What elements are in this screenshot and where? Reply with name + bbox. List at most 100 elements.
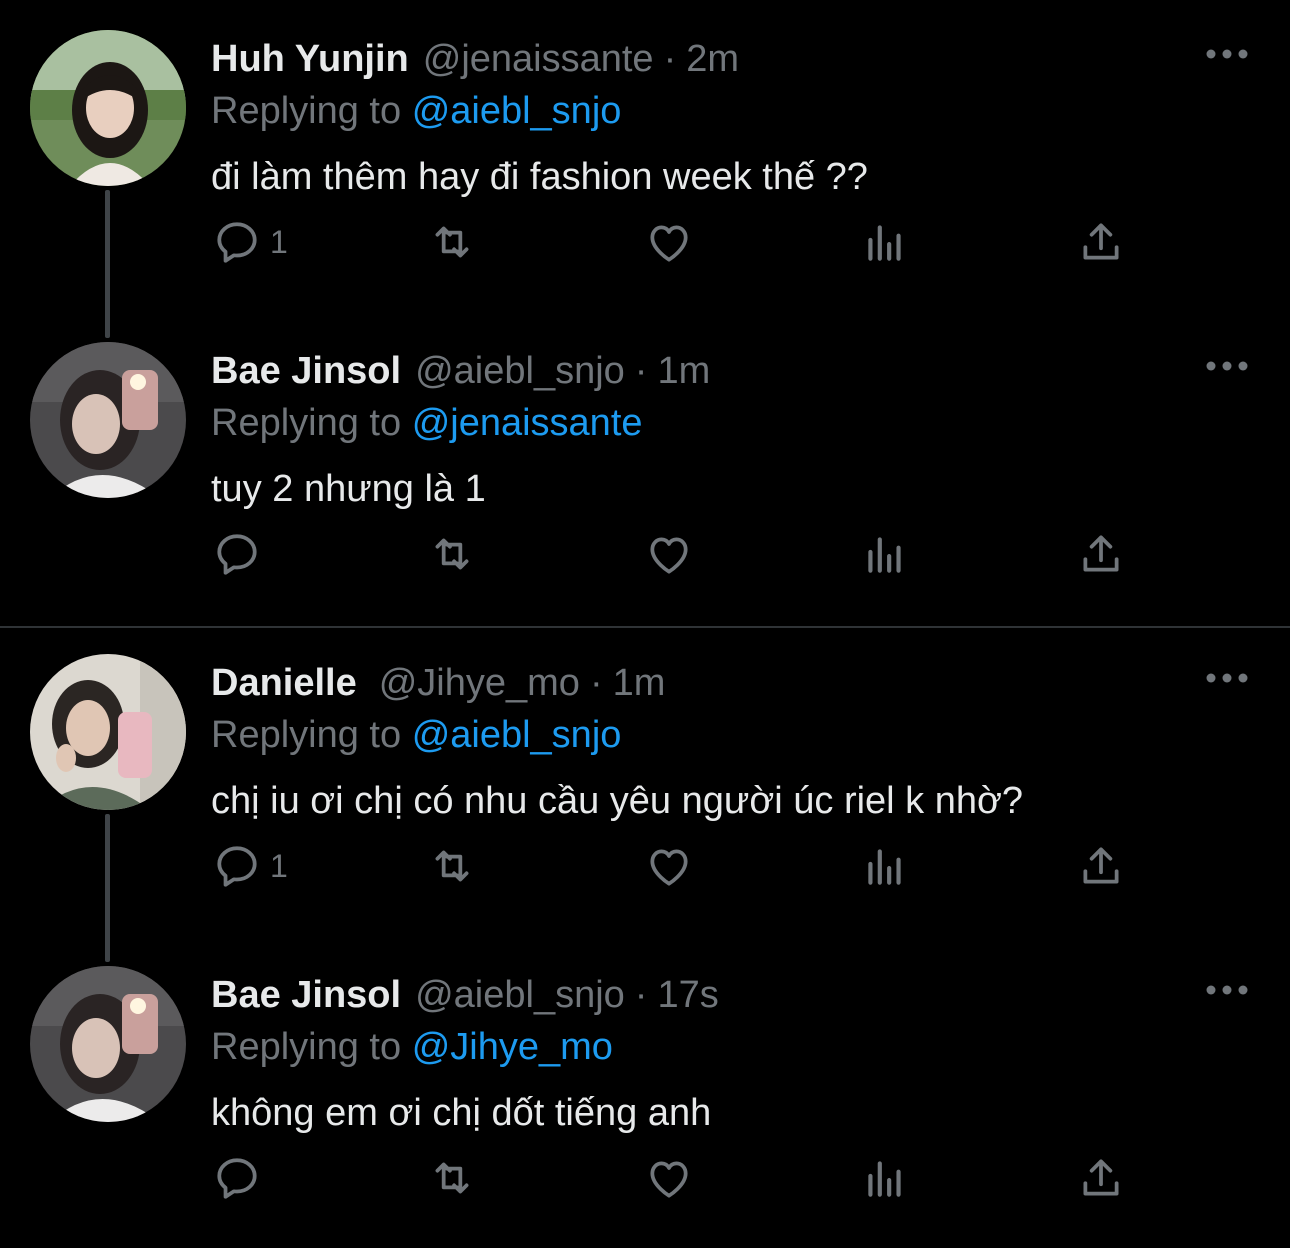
tweet-text: chị iu ơi chị có nhu cầu yêu người úc ri… — [211, 780, 1024, 822]
replying-to-label: Replying to — [211, 90, 402, 132]
views-icon — [868, 849, 901, 885]
display-name[interactable]: Danielle — [211, 662, 357, 704]
reply-button[interactable]: 1 — [212, 836, 288, 896]
views-button[interactable] — [860, 212, 910, 272]
more-options-button[interactable] — [1205, 668, 1249, 688]
action-bar: 1 — [212, 212, 1132, 272]
reply-icon — [217, 534, 257, 575]
share-button[interactable] — [1076, 524, 1126, 584]
tweet-header: Bae Jinsol @aiebl_snjo · 17s — [211, 970, 719, 1020]
share-button[interactable] — [1076, 1148, 1126, 1208]
like-icon — [650, 225, 688, 262]
replying-to: Replying to @jenaissante — [211, 398, 643, 448]
tweet[interactable]: Huh Yunjin @jenaissante · 2m Replying to @a… — [0, 0, 1290, 312]
replying-to-label: Replying to — [211, 714, 402, 756]
avatar[interactable] — [30, 342, 186, 498]
separator-dot: · — [634, 974, 648, 1016]
avatar-photo-icon — [30, 30, 186, 186]
reply-button[interactable] — [212, 1148, 270, 1208]
replying-to: Replying to @Jihye_mo — [211, 1022, 613, 1072]
tweet-text: không em ơi chị dốt tiếng anh — [211, 1092, 712, 1134]
avatar-photo-icon — [30, 654, 186, 810]
share-button[interactable] — [1076, 836, 1126, 896]
share-icon — [1083, 535, 1119, 572]
user-handle[interactable]: @aiebl_snjo — [415, 350, 625, 392]
display-name[interactable]: Huh Yunjin — [211, 38, 409, 80]
avatar[interactable] — [30, 654, 186, 810]
like-button[interactable] — [644, 212, 694, 272]
tweet[interactable]: Bae Jinsol @aiebl_snjo · 1m Replying to @je… — [0, 312, 1290, 624]
timestamp[interactable]: 2m — [686, 38, 739, 80]
user-handle[interactable]: @aiebl_snjo — [415, 974, 625, 1016]
share-icon — [1083, 223, 1119, 260]
like-button[interactable] — [644, 836, 694, 896]
more-options-icon — [1206, 985, 1248, 995]
replying-to: Replying to @aiebl_snjo — [211, 86, 621, 136]
avatar[interactable] — [30, 966, 186, 1122]
reply-count: 1 — [270, 847, 288, 884]
reply-icon — [217, 1158, 257, 1199]
more-options-button[interactable] — [1205, 356, 1249, 376]
action-bar — [212, 1148, 1132, 1208]
avatar[interactable] — [30, 30, 186, 186]
more-options-icon — [1206, 673, 1248, 683]
more-options-icon — [1206, 361, 1248, 371]
user-handle[interactable]: @Jihye_mo — [379, 662, 580, 704]
like-icon — [650, 1161, 688, 1198]
views-icon — [868, 537, 901, 573]
share-button[interactable] — [1076, 212, 1126, 272]
tweet-header: Huh Yunjin @jenaissante · 2m — [211, 34, 739, 84]
retweet-button[interactable] — [427, 524, 477, 584]
tweet[interactable]: Danielle @Jihye_mo · 1m Replying to @aiebl_… — [0, 624, 1290, 936]
replying-to-label: Replying to — [211, 1026, 402, 1068]
tweet-header: Danielle @Jihye_mo · 1m — [211, 658, 665, 708]
like-icon — [650, 537, 688, 574]
reply-icon — [217, 846, 257, 887]
retweet-icon — [435, 850, 469, 882]
user-handle[interactable]: @jenaissante — [423, 38, 654, 80]
tweet-text: đi làm thêm hay đi fashion week thế ?? — [211, 156, 868, 198]
like-button[interactable] — [644, 524, 694, 584]
like-button[interactable] — [644, 1148, 694, 1208]
separator-dot: · — [589, 662, 603, 704]
tweet-header: Bae Jinsol @aiebl_snjo · 1m — [211, 346, 710, 396]
reply-to-handle[interactable]: @Jihye_mo — [412, 1026, 613, 1068]
retweet-button[interactable] — [427, 836, 477, 896]
retweet-icon — [435, 226, 469, 258]
views-icon — [868, 225, 901, 261]
views-button[interactable] — [860, 524, 910, 584]
reply-to-handle[interactable]: @aiebl_snjo — [412, 90, 622, 132]
action-bar: 1 — [212, 836, 1132, 896]
avatar-photo-icon — [30, 966, 186, 1122]
reply-button[interactable] — [212, 524, 270, 584]
reply-to-handle[interactable]: @jenaissante — [412, 402, 643, 444]
views-icon — [868, 1161, 901, 1197]
timestamp[interactable]: 1m — [657, 350, 710, 392]
like-icon — [650, 849, 688, 886]
reply-to-handle[interactable]: @aiebl_snjo — [412, 714, 622, 756]
separator-dot: · — [663, 38, 677, 80]
reply-count: 1 — [270, 223, 288, 260]
display-name[interactable]: Bae Jinsol — [211, 974, 401, 1016]
more-options-button[interactable] — [1205, 980, 1249, 1000]
share-icon — [1083, 847, 1119, 884]
separator-dot: · — [634, 350, 648, 392]
tweet[interactable]: Bae Jinsol @aiebl_snjo · 17s Replying to @J… — [0, 936, 1290, 1248]
retweet-icon — [435, 1162, 469, 1194]
timestamp[interactable]: 1m — [613, 662, 666, 704]
action-bar — [212, 524, 1132, 584]
views-button[interactable] — [860, 1148, 910, 1208]
replying-to-label: Replying to — [211, 402, 402, 444]
replying-to: Replying to @aiebl_snjo — [211, 710, 621, 760]
reply-button[interactable]: 1 — [212, 212, 288, 272]
views-button[interactable] — [860, 836, 910, 896]
reply-icon — [217, 222, 257, 263]
display-name[interactable]: Bae Jinsol — [211, 350, 401, 392]
avatar-photo-icon — [30, 342, 186, 498]
retweet-button[interactable] — [427, 212, 477, 272]
tweet-text: tuy 2 nhưng là 1 — [211, 468, 486, 510]
more-options-button[interactable] — [1205, 44, 1249, 64]
retweet-button[interactable] — [427, 1148, 477, 1208]
timestamp[interactable]: 17s — [657, 974, 718, 1016]
share-icon — [1083, 1159, 1119, 1196]
